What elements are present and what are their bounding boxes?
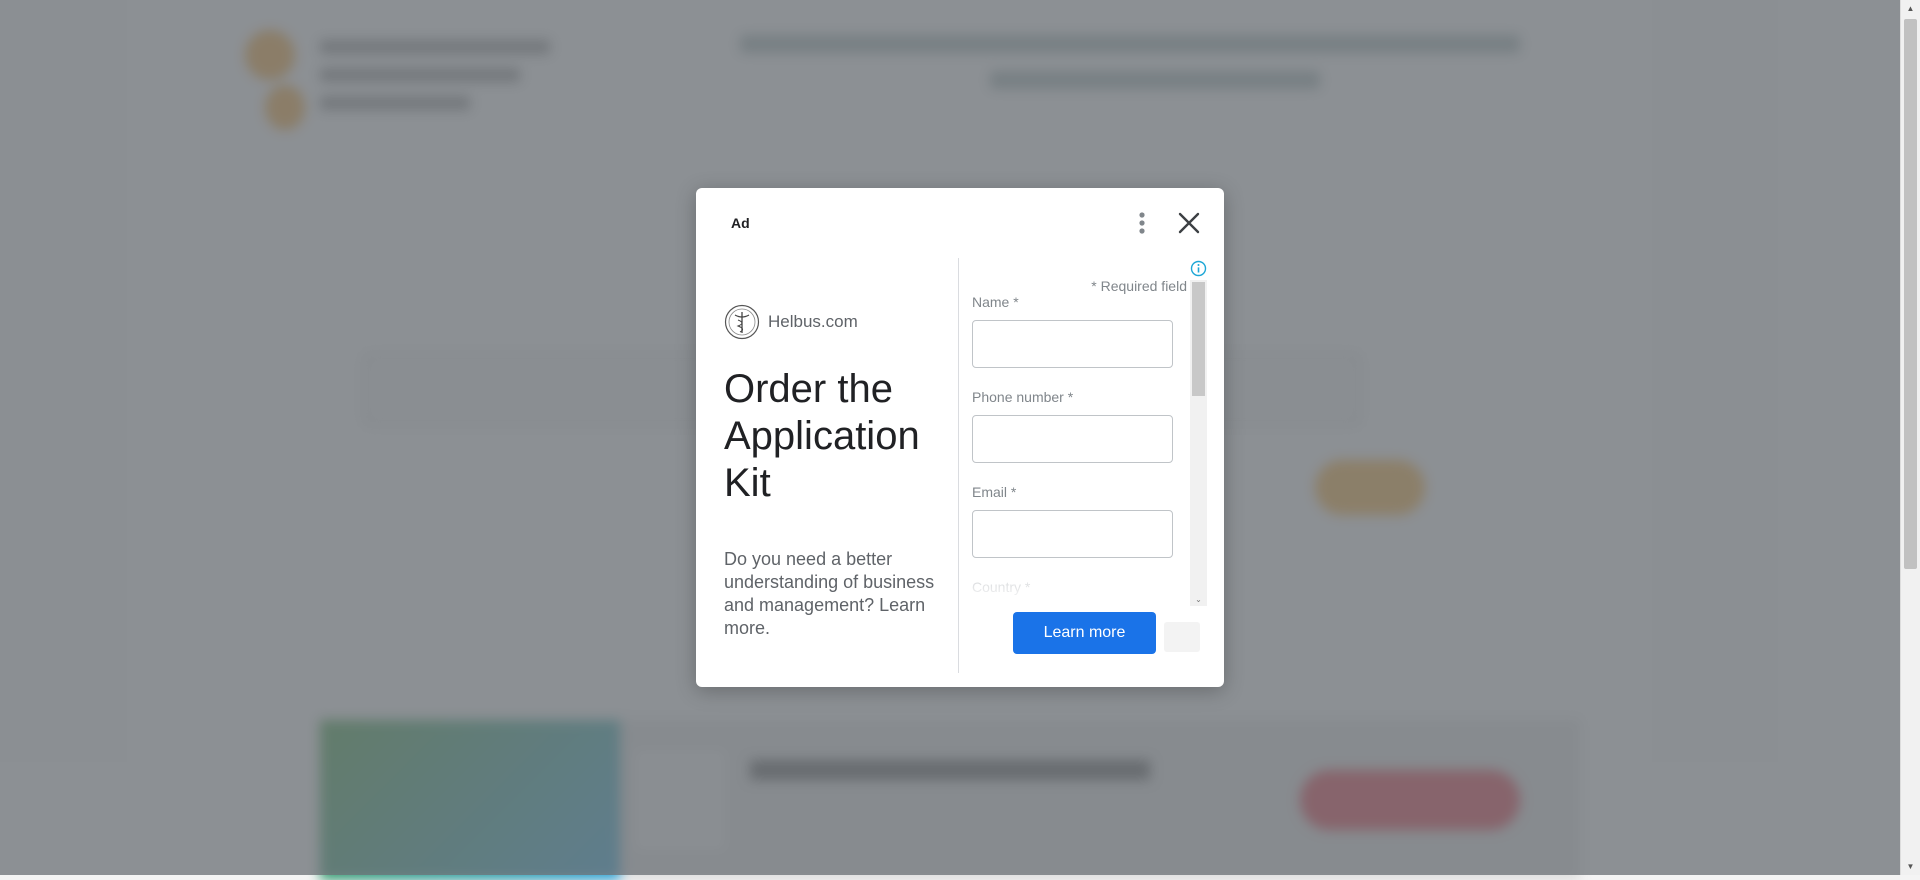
close-ad-button[interactable] — [1174, 208, 1204, 238]
advertiser-brand[interactable]: Helbus.com — [724, 304, 858, 340]
country-label: Country * — [972, 579, 1031, 595]
ad-modal: Ad Helbus.com Order the Application Kit … — [696, 188, 1224, 687]
scroll-up-icon[interactable]: ▲ — [1901, 0, 1920, 17]
form-scrollbar-thumb[interactable] — [1192, 282, 1205, 396]
name-label: Name * — [972, 294, 1019, 310]
form-secondary-button[interactable] — [1164, 622, 1200, 652]
column-divider — [958, 258, 959, 673]
page-scrollbar[interactable]: ▲ ▼ — [1900, 0, 1920, 875]
name-field[interactable] — [972, 320, 1173, 368]
required-field-note: * Required field — [1091, 278, 1187, 294]
advertiser-name[interactable]: Helbus.com — [768, 312, 858, 332]
form-scrollbar[interactable]: ⌄ — [1190, 280, 1207, 606]
ad-label: Ad — [731, 215, 750, 231]
more-options-button[interactable] — [1129, 208, 1155, 238]
phone-label: Phone number * — [972, 389, 1074, 405]
learn-more-button[interactable]: Learn more — [1013, 612, 1156, 654]
phone-field[interactable] — [972, 415, 1173, 463]
lead-form: * Required field Name * Phone number * E… — [972, 278, 1187, 605]
more-vert-icon — [1139, 212, 1145, 234]
scrollbar-thumb[interactable] — [1904, 19, 1917, 569]
email-label: Email * — [972, 484, 1017, 500]
close-icon — [1178, 212, 1200, 234]
ad-info-button[interactable] — [1190, 260, 1207, 277]
ad-description[interactable]: Do you need a better understanding of bu… — [724, 548, 954, 640]
caduceus-logo-icon — [724, 304, 760, 340]
ad-headline[interactable]: Order the Application Kit — [724, 366, 954, 507]
scroll-down-icon[interactable]: ▼ — [1901, 858, 1920, 875]
email-field[interactable] — [972, 510, 1173, 558]
form-scroll-down-icon[interactable]: ⌄ — [1190, 594, 1207, 606]
info-icon — [1190, 260, 1207, 277]
